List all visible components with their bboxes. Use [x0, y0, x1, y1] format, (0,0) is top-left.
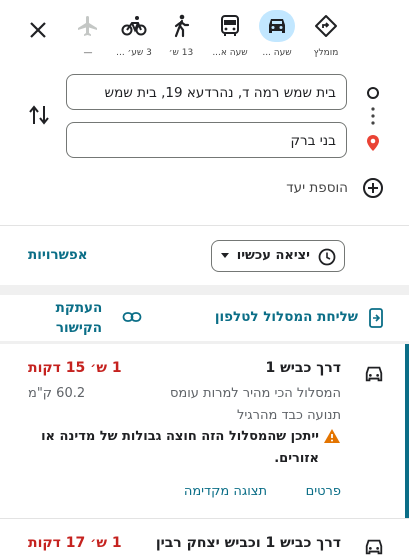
mode-bike[interactable]: 3 שע׳ ... [110, 10, 158, 62]
flight-icon [78, 16, 97, 36]
car-icon [365, 366, 383, 382]
route-duration: 1 ש׳ 15 דקות [28, 360, 122, 376]
add-destination-button[interactable]: הוספת יעד [264, 176, 388, 200]
clock-icon [318, 248, 336, 266]
depart-time-label: יציאה עכשיו [236, 248, 310, 263]
mode-drive-label: שעה ... [262, 48, 292, 58]
route-title: דרך כביש 1 וכביש יצחק רבין [155, 535, 341, 551]
close-button[interactable] [24, 16, 52, 44]
send-to-phone-icon [369, 308, 383, 328]
travel-modes: — 3 שע׳ ... 13 ש׳ שעה א... שעה ... מומלץ [0, 0, 409, 64]
origin-marker-icon [367, 87, 379, 99]
add-circle-icon [363, 178, 383, 198]
warning-icon [324, 429, 340, 443]
mode-bike-label: 3 שע׳ ... [116, 48, 152, 58]
section-separator [0, 285, 409, 295]
car-icon [269, 19, 285, 33]
swap-button[interactable] [28, 102, 50, 128]
copy-link-button[interactable]: העתקת הקישור [48, 298, 148, 338]
mode-transit[interactable]: שעה א... [206, 10, 254, 62]
mode-best[interactable]: מומלץ [302, 10, 350, 62]
route-distance: 60.2 ק"מ [28, 386, 86, 401]
route-duration: 1 ש׳ 17 דקות [28, 535, 122, 551]
mode-drive[interactable]: שעה ... [253, 10, 301, 62]
car-icon [365, 539, 383, 555]
close-icon [30, 22, 46, 38]
depart-time-dropdown[interactable]: יציאה עכשיו [211, 240, 345, 272]
route-traffic: תנועה כבד מהרגיל [237, 408, 341, 423]
route-description: המסלול הכי מהיר למרות עומס [169, 386, 341, 401]
destination-input[interactable]: בני ברק [66, 122, 347, 158]
walk-icon [174, 14, 190, 38]
link-icon [122, 312, 142, 322]
bus-icon [221, 15, 239, 36]
selected-route-bar [405, 344, 409, 518]
chevron-down-icon [221, 253, 229, 258]
route-card[interactable]: דרך כביש 1 וכביש יצחק רבין 1 ש׳ 17 דקות [0, 519, 409, 559]
add-destination-label: הוספת יעד [286, 180, 348, 196]
send-to-phone-label: שליחת המסלול לטלפון [214, 309, 358, 325]
route-title: דרך כביש 1 [265, 360, 341, 376]
mode-best-label: מומלץ [313, 48, 339, 58]
mode-transit-label: שעה א... [212, 48, 248, 58]
destination-pin-icon [367, 135, 379, 151]
mode-walk[interactable]: 13 ש׳ [157, 10, 205, 62]
route-warning: ייתכן שהמסלול הזה חוצה גבולות של מדינה א… [41, 429, 319, 466]
directions-icon [315, 15, 337, 37]
route-preview-button[interactable]: תצוגה מקדימה [184, 484, 267, 499]
origin-input[interactable]: בית שמש רמה ד, נהרדעא 19, בית שמש [66, 74, 347, 110]
mode-flight-label: — [83, 48, 93, 58]
route-details-button[interactable]: פרטים [306, 484, 341, 499]
swap-icon [29, 105, 49, 125]
copy-link-label: העתקת הקישור [55, 300, 103, 336]
route-card[interactable]: דרך כביש 1 1 ש׳ 15 דקות המסלול הכי מהיר … [0, 344, 409, 518]
send-to-phone-button[interactable]: שליחת המסלול לטלפון [200, 306, 384, 332]
mode-walk-label: 13 ש׳ [168, 48, 194, 58]
divider [0, 225, 409, 226]
options-button[interactable]: אפשרויות [28, 247, 88, 263]
mode-flight[interactable]: — [64, 10, 112, 62]
bike-icon [121, 16, 147, 36]
route-dots-icon [371, 107, 375, 125]
